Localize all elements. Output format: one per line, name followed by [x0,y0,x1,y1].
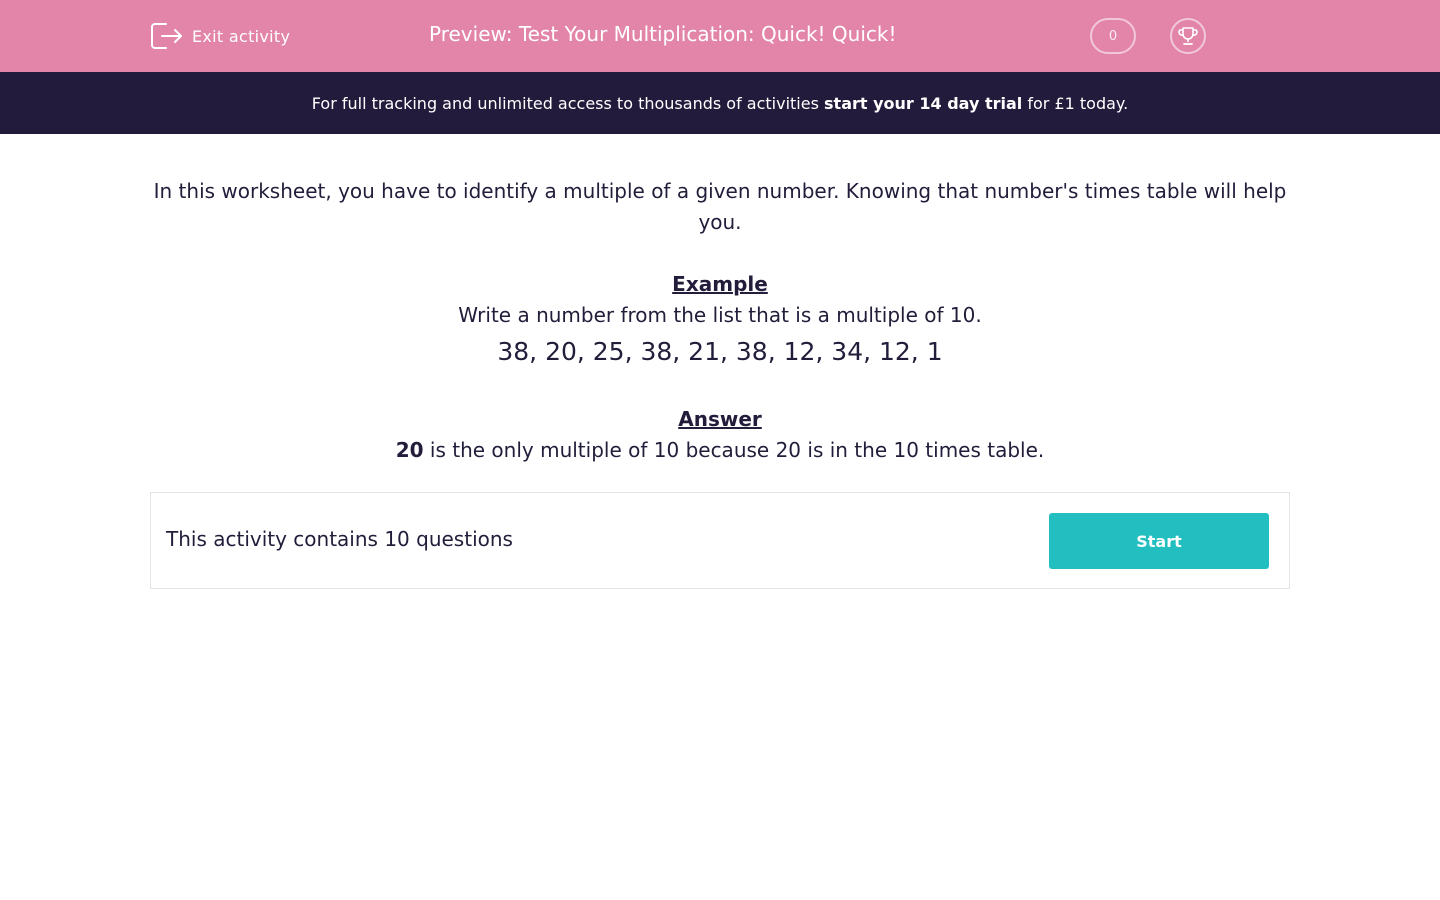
score-counter: 0 [1090,18,1136,54]
intro-text: In this worksheet, you have to identify … [153,179,1287,234]
trophy-button[interactable] [1170,18,1206,54]
example-question: Write a number from the list that is a m… [458,303,982,327]
top-header-bar: Exit activity Preview: Test Your Multipl… [0,0,1440,72]
activity-start-panel: This activity contains 10 questions Star… [150,492,1290,589]
start-button[interactable]: Start [1049,513,1269,569]
answer-heading: Answer [678,407,762,431]
trial-promo-banner: For full tracking and unlimited access t… [0,72,1440,134]
exit-icon [151,23,182,49]
number-list: 38, 20, 25, 38, 21, 38, 12, 34, 12, 1 [497,337,943,366]
banner-text-before: For full tracking and unlimited access t… [311,93,825,113]
exit-activity-button[interactable]: Exit activity [150,20,290,52]
page-title: Preview: Test Your Multiplication: Quick… [429,22,897,46]
trial-link[interactable]: start your 14 day trial [824,94,1022,113]
answer-explanation: is the only multiple of 10 because 20 is… [423,438,1045,462]
exit-activity-label: Exit activity [192,26,291,46]
score-value: 0 [1108,28,1118,44]
worksheet-content: In this worksheet, you have to identify … [150,176,1290,466]
trophy-icon [1178,27,1198,45]
example-heading: Example [672,272,768,296]
question-count-text: This activity contains 10 questions [166,527,513,551]
answer-text: 20 is the only multiple of 10 because 20… [150,435,1290,466]
banner-text-after: for £1 today. [1022,93,1129,113]
answer-value: 20 [395,438,424,462]
